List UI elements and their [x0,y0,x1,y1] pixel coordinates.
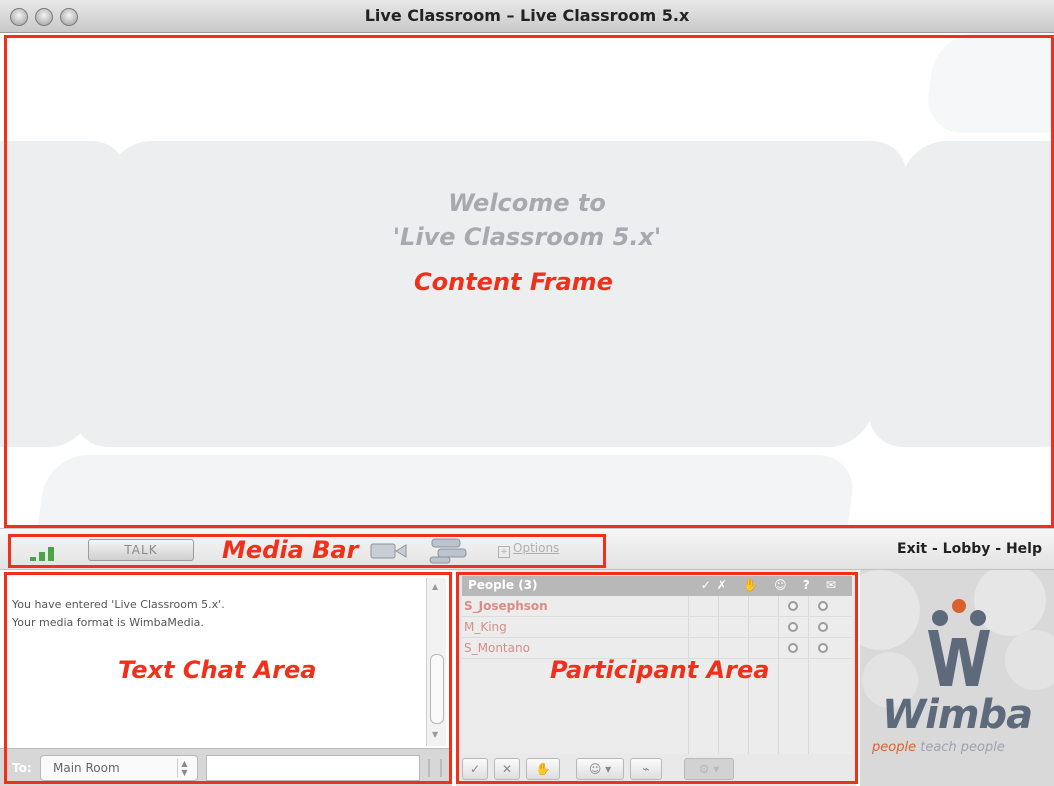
people-column-icons: ✓✗ ✋ ☺ ? ✉ [700,578,842,592]
raise-hand-button[interactable]: ✋ [526,758,560,780]
chat-footer: To: Main Room ▲ ▼ [0,748,452,786]
wimba-figures-icon [928,599,990,686]
tagline-rest: teach people [920,740,1005,755]
chat-message-input[interactable] [206,755,420,781]
welcome-line-2: 'Live Classroom 5.x' [392,223,662,251]
participant-name: M_King [464,620,507,634]
status-dot-icon [818,643,828,653]
chat-log: You have entered 'Live Classroom 5.x'. Y… [12,596,225,632]
wimba-logo-panel: Wimba people teach people [860,570,1054,786]
welcome-line-1: Welcome to [448,189,606,217]
background-shape [32,455,858,528]
participant-row[interactable]: M_King [462,617,852,638]
settings-button[interactable]: ⚙ ▾ [684,758,734,780]
lobby-link[interactable]: Lobby [943,541,991,557]
talk-button[interactable]: TALK [88,539,194,561]
send-handle-icon[interactable] [428,759,442,777]
no-button[interactable]: ✕ [494,758,520,780]
status-dot-icon [788,622,798,632]
tagline-accent: people [872,740,917,755]
help-link[interactable]: Help [1006,541,1042,557]
options-link[interactable]: + Options [498,541,559,558]
status-dot-icon [818,601,828,611]
wimba-wordmark: Wimba [882,692,1033,738]
participant-toolbar: ✓ ✕ ✋ ☺ ▾ ⌁ ⚙ ▾ [462,756,852,782]
options-label: Options [513,541,560,555]
participant-row[interactable]: S_Josephson [462,596,852,617]
status-dot-icon [818,622,828,632]
signal-strength-icon [30,541,70,561]
options-icon: + [498,546,510,558]
emoticon-button[interactable]: ☺ ▾ [576,758,624,780]
participant-name: S_Montano [464,641,530,655]
nav-links: Exit - Lobby - Help [897,541,1042,557]
audio-level-button[interactable]: ⌁ [630,758,662,780]
chat-scrollbar[interactable]: ▲ ▼ [426,578,446,746]
room-select[interactable]: Main Room ▲ ▼ [40,755,198,781]
chat-scroll-thumb[interactable] [430,654,444,724]
status-dot-icon [788,643,798,653]
select-arrows-icon: ▲ ▼ [177,759,191,777]
scroll-up-icon[interactable]: ▲ [432,582,438,591]
scroll-down-icon[interactable]: ▼ [432,730,438,739]
people-count-label: People (3) [468,578,538,592]
text-chat-label: Text Chat Area [118,656,317,684]
nav-separator: - [931,541,938,557]
yes-button[interactable]: ✓ [462,758,488,780]
video-icon[interactable] [370,542,408,560]
content-frame-label: Content Frame [414,268,613,296]
hand-raise-icon[interactable] [428,535,472,565]
chat-message: You have entered 'Live Classroom 5.x'. [12,598,225,611]
window-titlebar: Live Classroom – Live Classroom 5.x [0,0,1054,33]
media-bar-label: Media Bar [222,536,359,564]
participant-area-label: Participant Area [550,656,770,684]
wimba-tagline: people teach people [872,740,1005,755]
to-label: To: [12,761,32,775]
status-dot-icon [788,601,798,611]
participant-name: S_Josephson [464,599,548,613]
chat-message: Your media format is WimbaMedia. [12,616,204,629]
exit-link[interactable]: Exit [897,541,927,557]
nav-separator: - [995,541,1002,557]
room-select-value: Main Room [53,761,120,775]
window-title: Live Classroom – Live Classroom 5.x [364,6,690,25]
people-header: People (3) ✓✗ ✋ ☺ ? ✉ [462,576,852,596]
media-bar: TALK + Options Exit - Lobby - Help [0,528,1054,570]
background-shape [922,33,1054,133]
